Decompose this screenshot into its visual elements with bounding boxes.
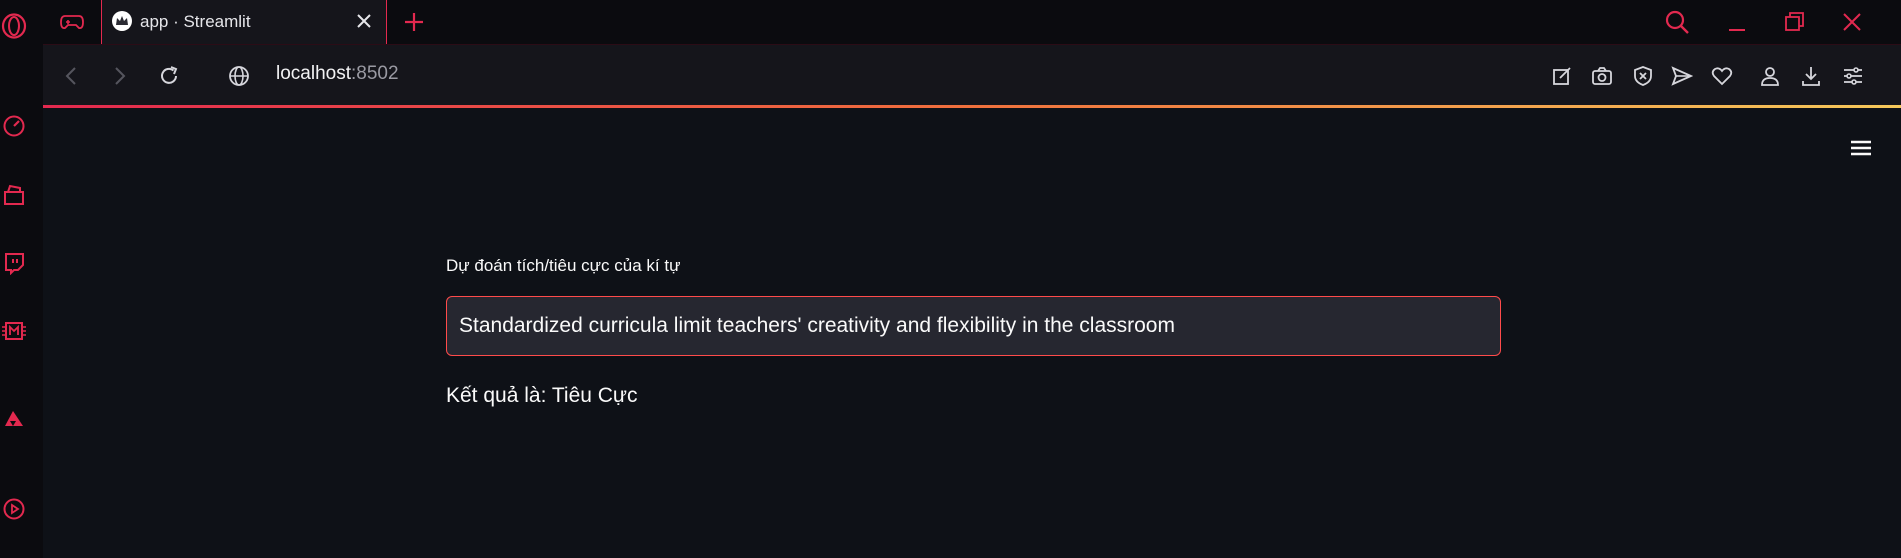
- new-tab-button[interactable]: [400, 8, 428, 36]
- tab-title: app · Streamlit: [140, 12, 251, 31]
- result-text: Kết quả là: Tiêu Cực: [446, 384, 638, 407]
- close-window-icon[interactable]: [1838, 8, 1866, 36]
- url-field[interactable]: localhost:8502: [276, 63, 399, 85]
- tab-app-streamlit[interactable]: app · Streamlit: [101, 0, 387, 44]
- forward-icon[interactable]: [105, 62, 133, 90]
- browser-sidebar: [0, 0, 44, 558]
- aria-icon[interactable]: [0, 404, 28, 432]
- player-icon[interactable]: [0, 495, 28, 523]
- profile-icon[interactable]: [1756, 62, 1784, 90]
- easy-setup-icon[interactable]: [1548, 62, 1576, 90]
- m-chip-icon[interactable]: [0, 317, 28, 345]
- back-icon[interactable]: [58, 62, 86, 90]
- speed-dial-icon[interactable]: [0, 112, 28, 140]
- input-label: Dự đoán tích/tiêu cực của kí tự: [446, 256, 681, 275]
- settings-icon[interactable]: [1839, 62, 1867, 90]
- url-port: :8502: [351, 63, 399, 84]
- heart-icon[interactable]: [1708, 62, 1736, 90]
- store-icon[interactable]: [0, 181, 28, 209]
- main-menu-icon[interactable]: [1847, 134, 1875, 162]
- gamepad-icon[interactable]: [56, 6, 88, 38]
- address-bar: localhost:8502: [43, 44, 1901, 108]
- restore-icon[interactable]: [1780, 8, 1808, 36]
- tab-strip: app · Streamlit: [43, 0, 1901, 44]
- download-icon[interactable]: [1797, 62, 1825, 90]
- send-icon[interactable]: [1668, 62, 1696, 90]
- opera-logo-icon[interactable]: [0, 12, 28, 40]
- adblock-icon[interactable]: [1629, 62, 1657, 90]
- text-input[interactable]: [446, 296, 1501, 356]
- minimize-icon[interactable]: [1723, 8, 1751, 36]
- twitch-icon[interactable]: [0, 249, 28, 277]
- url-host: localhost: [276, 63, 351, 84]
- globe-icon[interactable]: [225, 62, 253, 90]
- streamlit-page: Dự đoán tích/tiêu cực của kí tự Kết quả …: [43, 108, 1901, 558]
- snapshot-icon[interactable]: [1588, 62, 1616, 90]
- crown-icon: [112, 11, 132, 31]
- reload-icon[interactable]: [155, 62, 183, 90]
- tab-close-icon[interactable]: [354, 11, 374, 31]
- search-tabs-icon[interactable]: [1663, 8, 1691, 36]
